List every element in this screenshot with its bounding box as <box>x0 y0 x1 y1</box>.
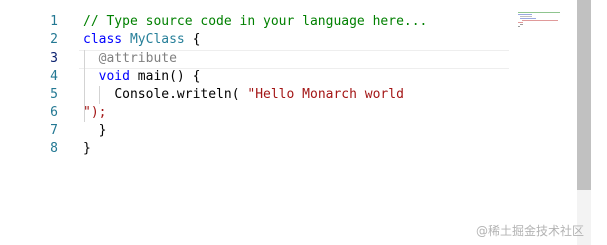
minimap-line <box>520 24 523 25</box>
line-number: 7 <box>50 123 58 138</box>
code-token-punct <box>83 51 99 66</box>
code-line[interactable]: "); <box>83 104 106 122</box>
code-token-type: MyClass <box>129 32 185 47</box>
code-token-comment: // Type source code in your language her… <box>83 14 428 29</box>
code-token-keyword: void <box>98 69 130 84</box>
minimap-line <box>518 14 532 15</box>
code-line[interactable]: // Type source code in your language her… <box>83 13 427 31</box>
minimap-line <box>518 22 523 23</box>
code-token-annotation: @attribute <box>98 51 177 66</box>
code-line[interactable]: class MyClass { <box>83 31 200 49</box>
code-line[interactable]: } <box>83 140 91 158</box>
code-token-punct <box>83 87 114 102</box>
code-token-punct: } <box>83 123 107 138</box>
minimap-line <box>520 18 536 19</box>
right-edge <box>591 0 607 245</box>
code-line[interactable]: Console.writeln( "Hello Monarch world <box>83 86 404 104</box>
minimap-line <box>522 20 558 21</box>
minimap-line <box>518 26 520 27</box>
code-token-punct <box>83 69 99 84</box>
code-token-punct <box>122 32 130 47</box>
line-number: 5 <box>50 87 58 102</box>
line-number: 6 <box>50 105 58 120</box>
line-number: 2 <box>50 32 58 47</box>
line-number: 3 <box>50 51 58 66</box>
code-token-punct: } <box>83 141 91 156</box>
code-editor[interactable]: 1 2 3 4 5 6 7 8 // Type source code in your lan… <box>0 0 607 245</box>
minimap[interactable] <box>514 10 564 30</box>
line-number: 4 <box>50 69 58 84</box>
code-token-punct: { <box>184 32 201 47</box>
vertical-scrollbar-thumb[interactable] <box>577 0 591 190</box>
code-line[interactable]: void main() { <box>83 68 201 86</box>
code-line[interactable]: @attribute <box>83 50 177 68</box>
code-token-ident: Console.writeln( <box>114 87 240 102</box>
line-number: 1 <box>50 14 58 29</box>
minimap-line <box>520 16 532 17</box>
line-number: 8 <box>50 141 58 156</box>
code-token-punct: main() { <box>129 69 201 84</box>
watermark: @稀土掘金技术社区 <box>476 224 585 238</box>
code-line[interactable]: } <box>83 122 107 140</box>
code-token-keyword: class <box>83 32 123 47</box>
minimap-line <box>518 12 560 13</box>
code-token-string: "Hello Monarch world <box>247 87 404 102</box>
code-token-string: "); <box>83 105 107 120</box>
